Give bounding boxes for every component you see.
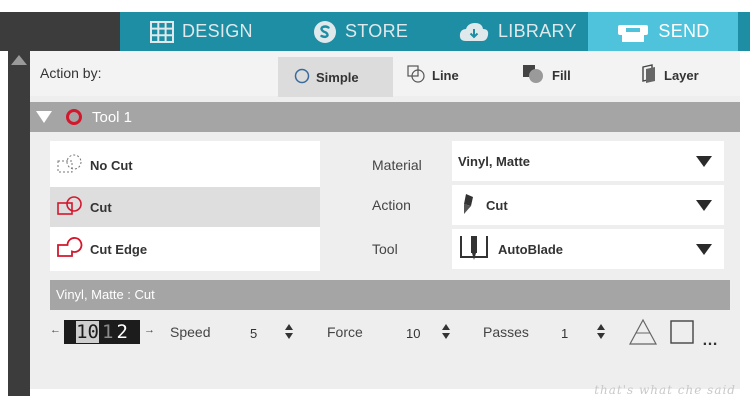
cloud-icon [458, 21, 490, 43]
tool-dropdown[interactable]: AutoBlade [452, 229, 724, 269]
action-by-line[interactable]: Line [406, 64, 459, 87]
cut-parameters: ← 10 1 2 → Speed 5 Force 10 Passes 1 … [50, 318, 730, 358]
cut-icon [56, 195, 84, 220]
collapse-triangle-icon[interactable] [36, 111, 52, 123]
action-dropdown[interactable]: Cut [452, 185, 724, 225]
decrement-icon[interactable] [285, 333, 293, 339]
triangle-path-icon[interactable] [628, 318, 658, 349]
tab-design[interactable]: DESIGN [150, 12, 253, 51]
action-label: Action [372, 197, 411, 213]
cut-edge-icon [56, 236, 84, 262]
passes-value[interactable]: 1 [561, 326, 568, 341]
increment-icon[interactable] [442, 324, 450, 330]
tool-value: AutoBlade [498, 241, 563, 257]
tab-send[interactable]: SEND [588, 12, 738, 51]
scrollbar[interactable] [8, 51, 30, 396]
dropdown-arrow-icon [696, 243, 712, 255]
cut-option-cut-label: Cut [90, 199, 112, 215]
tool-label: Tool [372, 241, 398, 257]
speed-stepper[interactable] [285, 324, 293, 339]
grid-icon [150, 20, 174, 43]
autoblade-icon [458, 233, 490, 266]
cut-option-cut-edge-label: Cut Edge [90, 241, 148, 257]
tab-store-label: STORE [345, 21, 409, 41]
dropdown-arrow-icon [696, 199, 712, 211]
speed-label: Speed [170, 324, 211, 340]
more-options-icon[interactable]: … [702, 332, 718, 350]
tab-store[interactable]: STORE [313, 12, 408, 51]
no-cut-icon [56, 153, 84, 178]
decrement-icon[interactable] [442, 333, 450, 339]
material-label: Material [372, 157, 422, 173]
arrow-right-icon[interactable]: → [144, 324, 155, 336]
blade-action-icon [458, 192, 478, 219]
action-by-fill[interactable]: Fill [522, 64, 571, 87]
force-value[interactable]: 10 [406, 326, 420, 341]
increment-icon[interactable] [597, 324, 605, 330]
action-by-simple-label: Simple [316, 69, 359, 85]
tab-design-label: DESIGN [182, 21, 253, 41]
force-stepper[interactable] [442, 324, 450, 339]
plotter-icon [616, 21, 650, 43]
action-by-line-label: Line [432, 68, 459, 83]
settings-summary: Vinyl, Matte : Cut [50, 280, 730, 310]
dropdown-arrow-icon [696, 155, 712, 167]
scroll-up-arrow-icon[interactable] [11, 55, 27, 65]
circle-outline-icon [294, 68, 310, 87]
nav-left-block [0, 12, 120, 51]
layer-icon [640, 64, 658, 87]
material-dropdown[interactable]: Vinyl, Matte [452, 141, 724, 181]
force-label: Force [327, 324, 363, 340]
blade-digit: 10 [76, 321, 99, 343]
passes-stepper[interactable] [597, 324, 605, 339]
arrow-left-icon[interactable]: ← [50, 324, 61, 336]
action-by-layer[interactable]: Layer [640, 64, 699, 87]
tab-send-label: SEND [658, 21, 710, 41]
action-by-fill-label: Fill [552, 68, 571, 83]
fill-icon [522, 64, 546, 87]
speed-value[interactable]: 5 [250, 326, 257, 341]
cut-options-list: No Cut Cut Cut Edge [50, 141, 320, 271]
cut-option-no-cut-label: No Cut [90, 157, 133, 173]
action-by-label: Action by: [40, 65, 102, 81]
line-icon [406, 64, 426, 87]
top-navigation: DESIGN STORE LIBRARY SEND [0, 0, 750, 51]
increment-icon[interactable] [285, 324, 293, 330]
action-value: Cut [486, 197, 508, 213]
blade-setting-display[interactable]: 10 1 2 [64, 320, 140, 344]
blade-digit: 2 [116, 321, 128, 343]
passes-label: Passes [483, 324, 529, 340]
cut-option-no-cut[interactable]: No Cut [50, 145, 320, 185]
action-by-row: Action by: Simple Line Fill Layer [30, 51, 740, 97]
cut-settings: Material Vinyl, Matte Action Cut Tool Au… [350, 141, 730, 271]
cut-option-cut-edge[interactable]: Cut Edge [50, 229, 320, 269]
decrement-icon[interactable] [597, 333, 605, 339]
square-icon[interactable] [670, 320, 694, 347]
tool-name: Tool 1 [92, 108, 133, 126]
action-by-simple[interactable]: Simple [278, 57, 393, 97]
tool-ring-icon [66, 109, 82, 125]
material-value: Vinyl, Matte [458, 153, 531, 169]
watermark: that's what che said [594, 383, 736, 397]
action-by-layer-label: Layer [664, 68, 699, 83]
tool-header[interactable]: Tool 1 [30, 102, 740, 132]
send-panel: Action by: Simple Line Fill Layer Tool 1… [30, 51, 740, 389]
s-logo-icon [313, 20, 337, 44]
cut-option-cut[interactable]: Cut [50, 187, 320, 227]
blade-digit: 1 [101, 321, 114, 343]
tab-library[interactable]: LIBRARY [458, 12, 577, 51]
tab-library-label: LIBRARY [498, 21, 577, 41]
